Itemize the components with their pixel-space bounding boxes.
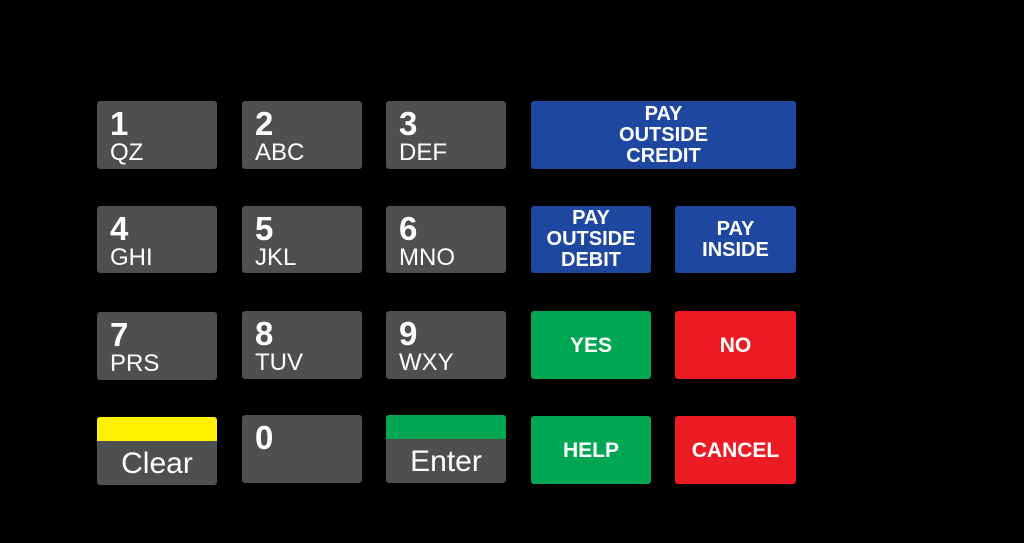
- enter-color-stripe: [386, 415, 506, 439]
- button-label-line: OUTSIDE: [546, 228, 636, 250]
- button-label-line: DEBIT: [561, 249, 621, 271]
- help-button[interactable]: HELP: [531, 416, 651, 484]
- key-9[interactable]: 9 WXY: [386, 311, 506, 379]
- key-digit: 8: [255, 315, 274, 352]
- key-4[interactable]: 4 GHI: [97, 206, 217, 273]
- clear-button[interactable]: Clear: [97, 417, 217, 485]
- key-6[interactable]: 6 MNO: [386, 206, 506, 273]
- key-digit: 4: [110, 210, 129, 247]
- key-letters: QZ: [110, 139, 144, 166]
- key-letters: ABC: [255, 139, 305, 166]
- key-7[interactable]: 7 PRS: [97, 312, 217, 380]
- yes-button[interactable]: YES: [531, 311, 651, 379]
- clear-color-stripe: [97, 417, 217, 441]
- enter-button[interactable]: Enter: [386, 415, 506, 483]
- button-label: YES: [569, 333, 613, 357]
- button-label-line: PAY: [716, 217, 755, 240]
- key-letters: GHI: [110, 244, 153, 271]
- key-1[interactable]: 1 QZ: [97, 101, 217, 169]
- pay-outside-debit-button[interactable]: PAY OUTSIDE DEBIT: [531, 206, 651, 273]
- key-digit: 5: [255, 210, 274, 247]
- key-digit: 9: [399, 315, 418, 352]
- button-label-line: CREDIT: [626, 144, 701, 167]
- key-digit: 7: [110, 316, 129, 353]
- key-digit: 3: [399, 105, 418, 142]
- cancel-button[interactable]: CANCEL: [675, 416, 796, 484]
- button-label-line: INSIDE: [702, 238, 769, 261]
- key-digit: 6: [399, 210, 418, 247]
- button-label: HELP: [562, 438, 619, 462]
- button-label-line: PAY: [572, 207, 610, 229]
- key-0[interactable]: 0: [242, 415, 362, 483]
- button-label-line: PAY: [644, 102, 683, 125]
- key-letters: TUV: [255, 349, 303, 376]
- key-3[interactable]: 3 DEF: [386, 101, 506, 169]
- key-letters: WXY: [399, 349, 454, 376]
- key-letters: JKL: [255, 244, 297, 271]
- key-letters: PRS: [110, 350, 160, 377]
- button-label: Enter: [410, 445, 482, 478]
- button-label-line: OUTSIDE: [619, 123, 708, 146]
- pay-outside-credit-button[interactable]: PAY OUTSIDE CREDIT: [531, 101, 796, 169]
- pay-inside-button[interactable]: PAY INSIDE: [675, 206, 796, 273]
- button-label: CANCEL: [691, 438, 780, 462]
- key-digit: 0: [255, 419, 274, 456]
- key-5[interactable]: 5 JKL: [242, 206, 362, 273]
- key-digit: 2: [255, 105, 274, 142]
- no-button[interactable]: NO: [675, 311, 796, 379]
- key-digit: 1: [110, 105, 129, 142]
- button-label: NO: [719, 333, 752, 357]
- key-letters: MNO: [399, 244, 455, 271]
- button-label: Clear: [121, 447, 193, 480]
- key-letters: DEF: [399, 139, 447, 166]
- key-8[interactable]: 8 TUV: [242, 311, 362, 379]
- key-2[interactable]: 2 ABC: [242, 101, 362, 169]
